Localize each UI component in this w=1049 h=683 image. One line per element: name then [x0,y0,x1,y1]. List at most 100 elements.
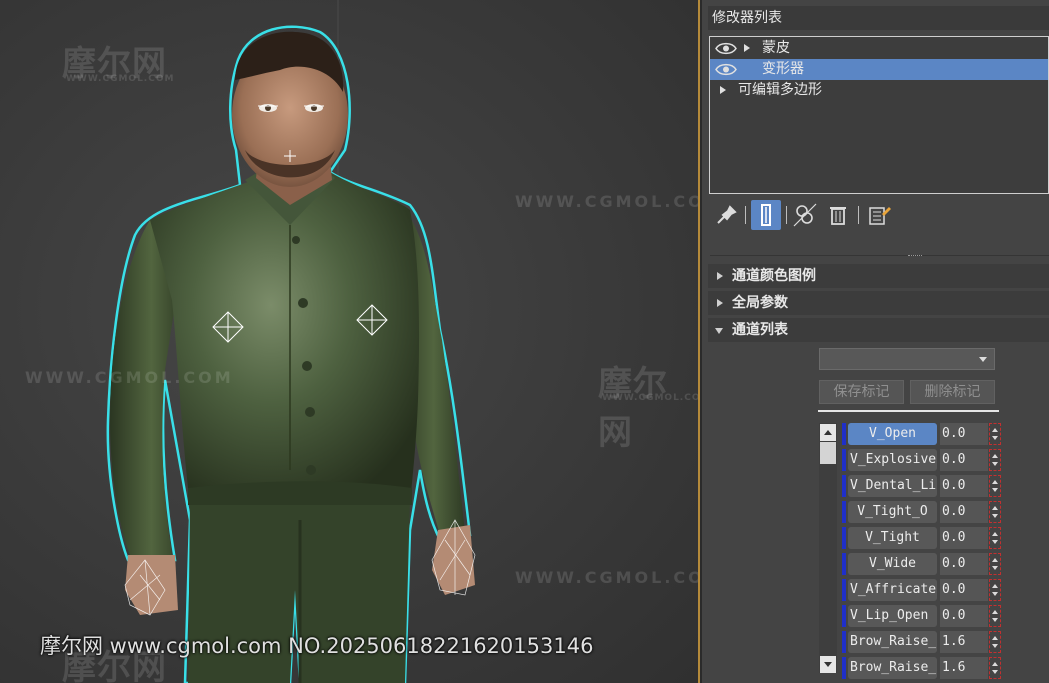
spinner-down-icon [992,670,998,674]
channel-color-marker [842,605,846,627]
expanded-arrow-icon [715,328,723,334]
channel-value-field[interactable]: 0.0 [940,475,988,497]
value-spinner[interactable] [989,579,1001,601]
stack-item-editable-poly[interactable]: 可编辑多边形 [710,80,1048,101]
channel-name-button[interactable]: V_Explosive [848,449,937,471]
stack-item-morpher[interactable]: 变形器 [710,59,1048,80]
spinner-down-icon [992,436,998,440]
channel-value-field[interactable]: 0.0 [940,579,988,601]
channel-color-marker [842,631,846,653]
rollout-channel-color-legend[interactable]: 通道颜色图例 [708,264,1049,288]
spinner-down-icon [992,488,998,492]
channel-name-button[interactable]: V_Open [848,423,937,445]
channel-row[interactable]: Brow_Raise_ 1.6 [842,657,1002,679]
channel-value-field[interactable]: 0.0 [940,501,988,523]
channel-name-button[interactable]: V_Tight_O [848,501,937,523]
panel-splitter[interactable] [710,255,1049,258]
marker-dropdown[interactable] [819,348,995,370]
modifier-list-dropdown[interactable]: 修改器列表 [708,6,1049,30]
channel-row[interactable]: V_Lip_Open 0.0 [842,605,1002,627]
spinner-down-icon [992,462,998,466]
value-spinner[interactable] [989,501,1001,523]
spinner-down-icon [992,644,998,648]
value-spinner[interactable] [989,657,1001,679]
collapsed-arrow-icon [717,299,723,307]
value-spinner[interactable] [989,449,1001,471]
channel-value-field[interactable]: 0.0 [940,605,988,627]
rollout-label: 全局参数 [732,295,788,311]
scroll-thumb[interactable] [820,442,836,464]
configure-sets-icon[interactable] [864,200,894,230]
channel-value-field[interactable]: 1.6 [940,631,988,653]
rollout-label: 通道颜色图例 [732,268,816,284]
value-spinner[interactable] [989,475,1001,497]
channel-row[interactable]: V_Tight 0.0 [842,527,1002,549]
make-unique-icon[interactable] [790,200,820,230]
spinner-up-icon [992,558,998,562]
modify-panel: 修改器列表 蒙皮 变形器 可编辑多边形 通道颜色图例 全局参数 通道列表 保存标… [702,0,1049,683]
rollout-channel-list[interactable]: 通道列表 [708,318,1049,342]
eye-icon[interactable] [715,41,737,56]
expand-arrow-icon[interactable] [744,44,750,52]
spinner-down-icon [992,540,998,544]
channel-value-field[interactable]: 0.0 [940,423,988,445]
spinner-down-icon [992,592,998,596]
3d-viewport[interactable]: 摩尔网 WWW.CGMOL.COM WWW.CGMOL.COM WWW.CGMO… [0,0,700,683]
channel-name-button[interactable]: Brow_Raise_ [848,631,937,653]
channel-value-field[interactable]: 0.0 [940,527,988,549]
spinner-up-icon [992,480,998,484]
channel-row[interactable]: V_Tight_O 0.0 [842,501,1002,523]
divider [818,410,999,413]
eye-icon[interactable] [715,62,737,77]
stack-toolbar [710,198,1010,232]
scroll-down-button[interactable] [820,656,836,673]
channel-row[interactable]: Brow_Raise_ 1.6 [842,631,1002,653]
channel-color-marker [842,579,846,601]
channel-row[interactable]: V_Affricate 0.0 [842,579,1002,601]
value-spinner[interactable] [989,553,1001,575]
stack-item-skin[interactable]: 蒙皮 [710,38,1048,59]
character-model[interactable] [0,0,700,683]
channel-value-field[interactable]: 0.0 [940,553,988,575]
toolbar-separator [858,206,859,224]
expand-arrow-icon[interactable] [720,86,726,94]
collapsed-arrow-icon [717,272,723,280]
show-end-result-icon [761,204,771,226]
spinner-down-icon [992,566,998,570]
channel-name-button[interactable]: V_Dental_Li [848,475,937,497]
channel-name-button[interactable]: V_Wide [848,553,937,575]
channel-row[interactable]: V_Open 0.0 [842,423,1002,445]
stack-item-label: 蒙皮 [762,40,790,56]
value-spinner[interactable] [989,527,1001,549]
value-spinner[interactable] [989,631,1001,653]
channel-value-field[interactable]: 0.0 [940,449,988,471]
channel-name-button[interactable]: Brow_Raise_ [848,657,937,679]
save-marker-button[interactable]: 保存标记 [819,380,904,404]
channel-row[interactable]: V_Wide 0.0 [842,553,1002,575]
rollout-global-parameters[interactable]: 全局参数 [708,291,1049,315]
value-spinner[interactable] [989,605,1001,627]
channel-name-button[interactable]: V_Tight [848,527,937,549]
rollout-label: 通道列表 [732,322,788,338]
channel-row[interactable]: V_Dental_Li 0.0 [842,475,1002,497]
channel-name-button[interactable]: V_Affricate [848,579,937,601]
channel-value-field[interactable]: 1.6 [940,657,988,679]
pin-stack-icon[interactable] [712,200,742,230]
footer-watermark: 摩尔网 www.cgmol.com NO.2025061822162015314… [40,634,594,658]
channel-scrollbar[interactable] [819,423,837,673]
splitter-grip[interactable] [908,255,922,258]
value-spinner[interactable] [989,423,1001,445]
remove-modifier-icon[interactable] [823,200,853,230]
spinner-up-icon [992,506,998,510]
chevron-up-icon [824,430,832,435]
chevron-down-icon [824,662,832,667]
scroll-up-button[interactable] [820,424,836,441]
channel-row[interactable]: V_Explosive 0.0 [842,449,1002,471]
modifier-stack[interactable]: 蒙皮 变形器 可编辑多边形 [709,36,1049,194]
channel-name-button[interactable]: V_Lip_Open [848,605,937,627]
spinner-up-icon [992,610,998,614]
channel-color-marker [842,657,846,679]
show-end-result-button[interactable] [751,200,781,230]
channel-color-marker [842,475,846,497]
delete-marker-button[interactable]: 删除标记 [910,380,995,404]
